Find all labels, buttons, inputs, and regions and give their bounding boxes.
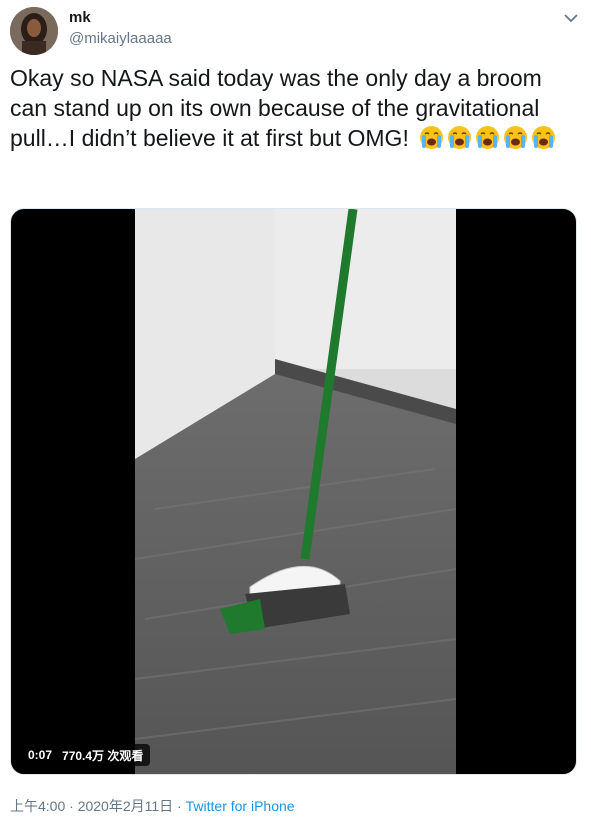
avatar[interactable] (10, 7, 58, 55)
video-views: 770.4万 次观看 (62, 748, 144, 763)
chevron-down-icon[interactable] (562, 11, 580, 25)
tweet-time[interactable]: 上午4:00 (10, 798, 65, 814)
tweet-text: Okay so NASA said today was the only day… (10, 63, 570, 153)
video-duration: 0:07 (28, 748, 53, 762)
footer-separator: · (65, 798, 78, 814)
loudly-crying-face-icon (504, 126, 528, 149)
footer-separator: · (173, 798, 186, 814)
loudly-crying-face-icon (532, 126, 556, 149)
avatar-image (10, 7, 58, 55)
loudly-crying-face-icon (476, 126, 500, 149)
video-player[interactable]: 0:07 770.4万 次观看 (10, 208, 577, 775)
tweet-source-link[interactable]: Twitter for iPhone (186, 798, 295, 814)
video-frame (135, 209, 456, 774)
loudly-crying-face-icon (448, 126, 472, 149)
tweet-footer: 上午4:00 · 2020年2月11日 · Twitter for iPhone (10, 796, 295, 816)
emoji-row (419, 125, 556, 150)
author-name[interactable]: mk (69, 9, 91, 26)
video-badge: 0:07 770.4万 次观看 (21, 744, 151, 766)
loudly-crying-face-icon (420, 126, 444, 149)
author-handle[interactable]: @mikaiylaaaaa (69, 30, 172, 47)
tweet-date[interactable]: 2020年2月11日 (78, 798, 173, 814)
